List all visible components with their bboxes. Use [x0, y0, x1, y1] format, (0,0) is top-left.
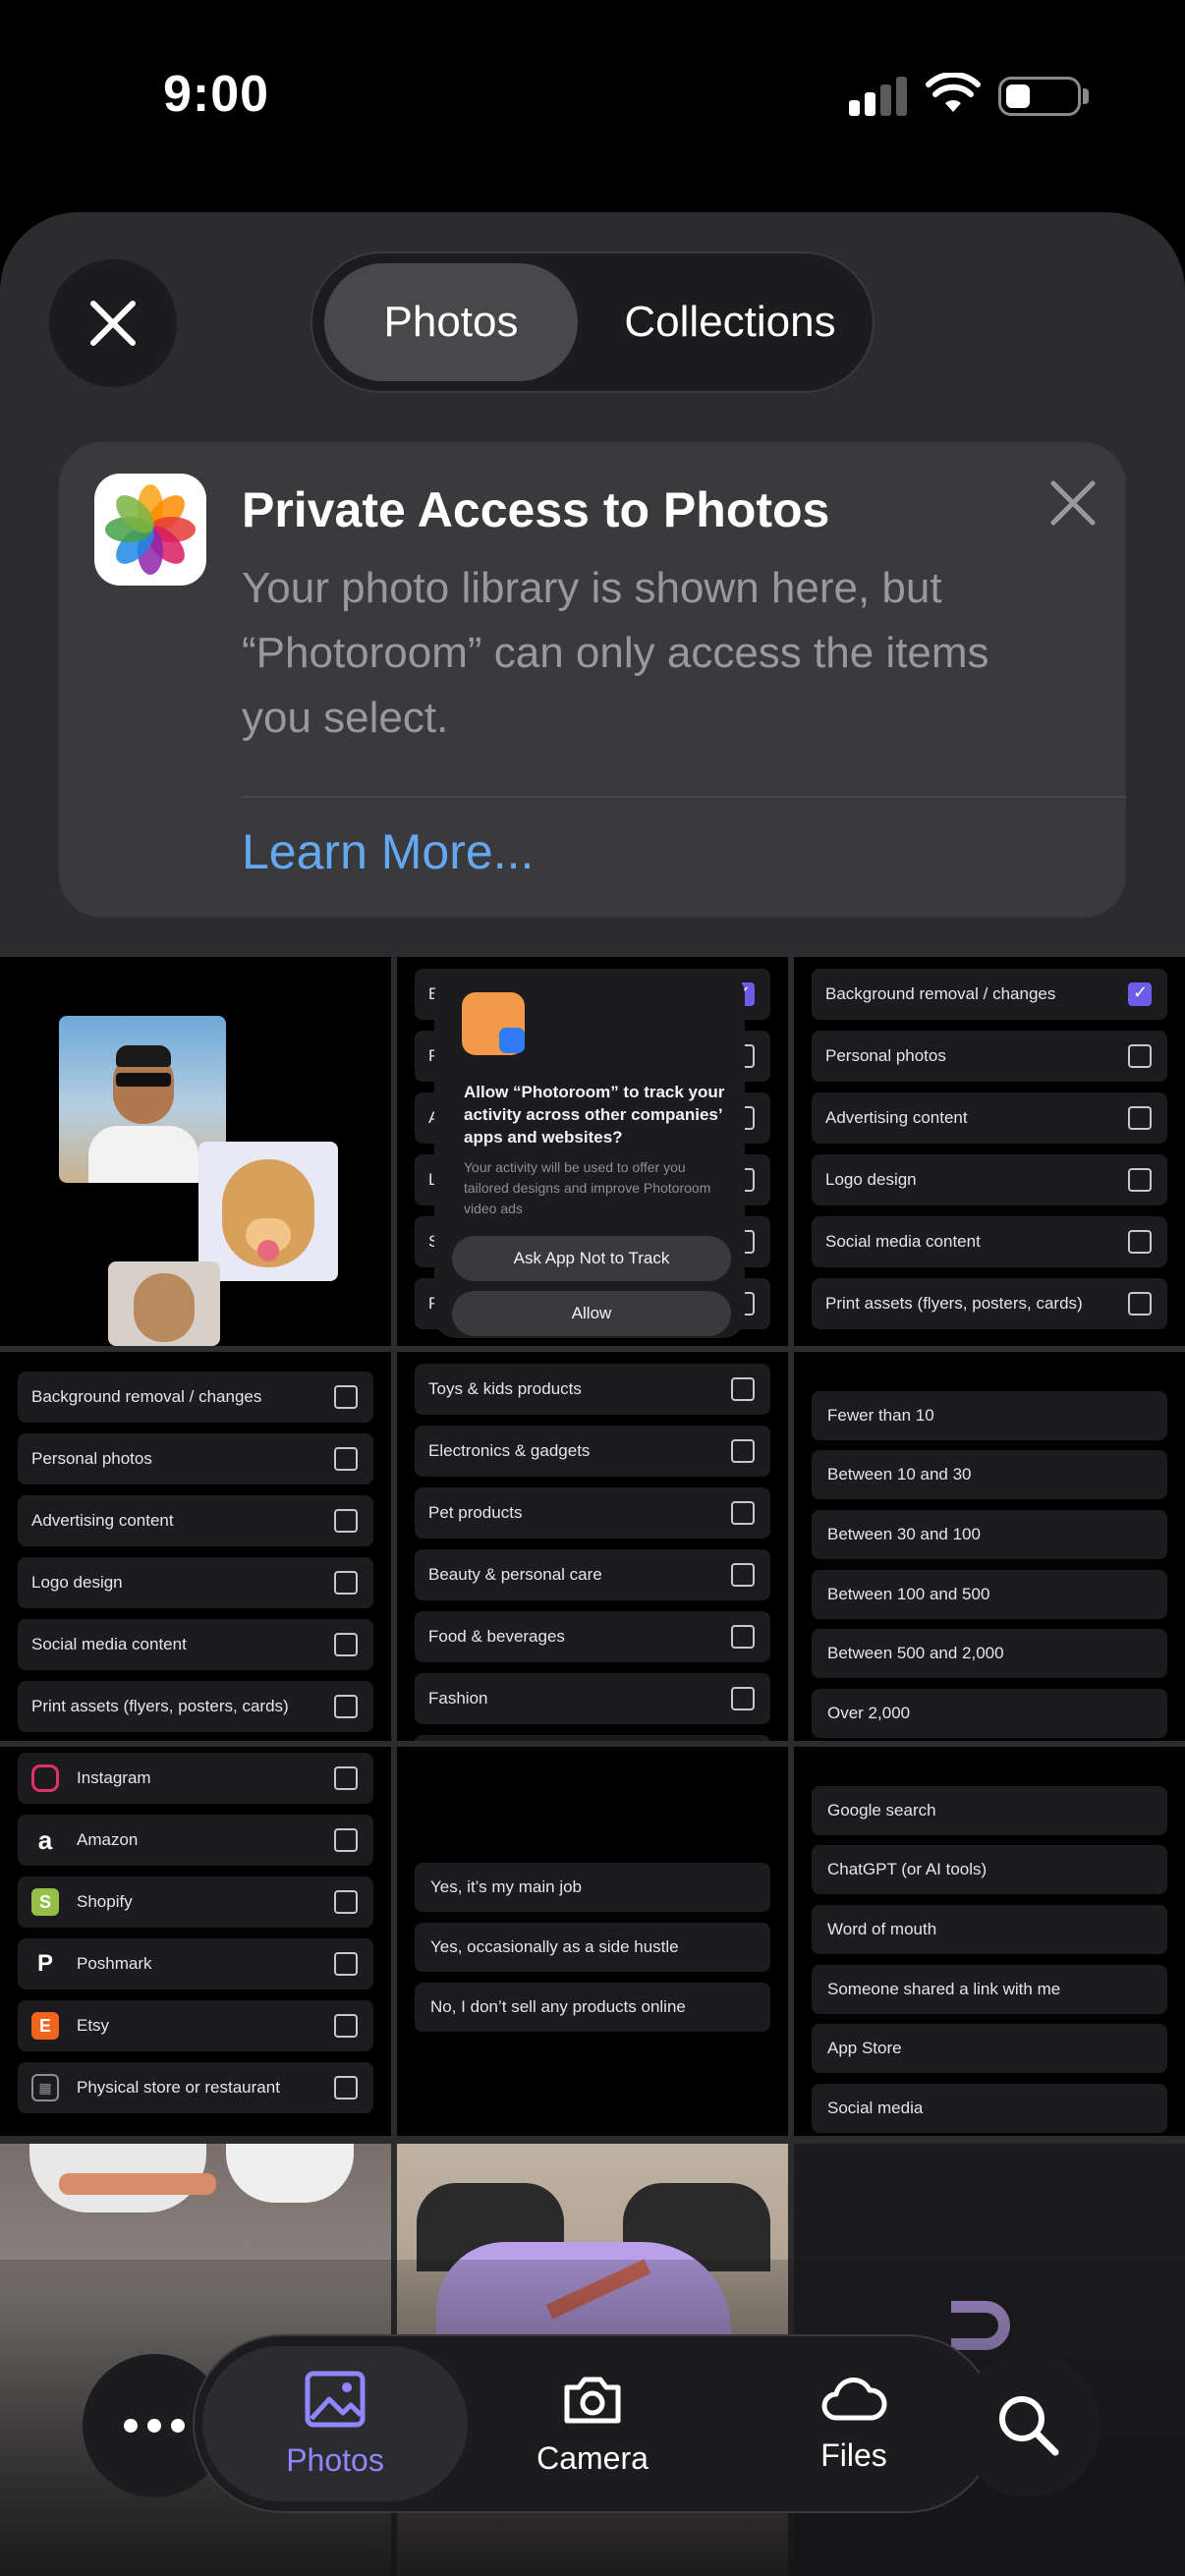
tab-camera[interactable]: Camera — [460, 2346, 725, 2501]
list-item: Google search — [812, 1786, 1167, 1835]
list-item: Social media content — [812, 1216, 1167, 1267]
list-item: Someone shared a link with me — [812, 1965, 1167, 2014]
segment-collections[interactable]: Collections — [597, 263, 863, 381]
banner-close-icon[interactable] — [1044, 474, 1102, 532]
shopify-icon: S — [31, 1888, 59, 1916]
list-item: E Etsy — [18, 2000, 373, 2051]
photoroom-app-icon — [462, 992, 525, 1055]
list-item: Fashion — [415, 1673, 770, 1724]
list-item: Instagram — [18, 1753, 373, 1804]
ask-not-to-track-button[interactable]: Ask App Not to Track — [452, 1236, 731, 1281]
list-item: Between 500 and 2,000 — [812, 1629, 1167, 1678]
cellular-signal-icon — [849, 77, 908, 116]
tracking-dialog-text: Your activity will be used to offer you … — [464, 1159, 711, 1216]
tracking-permission-dialog: Allow “Photoroom” to track your activity… — [434, 973, 745, 1338]
private-access-banner: Private Access to Photos Your photo libr… — [59, 442, 1126, 918]
teddy-bear-photo — [108, 1261, 220, 1346]
camera-icon — [564, 2377, 621, 2423]
list-item: Background removal / changes — [812, 969, 1167, 1020]
banner-divider — [242, 796, 1126, 798]
search-icon — [999, 2396, 1059, 2456]
dog-photo — [198, 1142, 338, 1281]
status-time: 9:00 — [163, 66, 270, 123]
list-item: Yes, it’s my main job — [415, 1863, 770, 1912]
battery-cap — [1083, 88, 1089, 104]
photo-tile-use-cases[interactable]: Background removal / changes Personal ph… — [794, 957, 1185, 1346]
allow-tracking-button[interactable]: Allow — [452, 1291, 731, 1336]
list-item: Yes, occasionally as a side hustle — [415, 1923, 770, 1972]
photo-tile-categories[interactable]: Toys & kids products Electronics & gadge… — [397, 1352, 788, 1741]
list-item: Word of mouth — [812, 1905, 1167, 1954]
list-item: Between 30 and 100 — [812, 1510, 1167, 1559]
list-item: Beauty & personal care — [415, 1549, 770, 1600]
list-item: S Shopify — [18, 1876, 373, 1928]
ellipsis-icon — [124, 2419, 185, 2433]
banner-title: Private Access to Photos — [242, 482, 830, 537]
learn-more-link[interactable]: Learn More... — [242, 823, 534, 880]
list-item: ChatGPT (or AI tools) — [812, 1845, 1167, 1894]
photo-tile-use-cases-unchecked[interactable]: Background removal / changes Personal ph… — [0, 1352, 391, 1741]
list-item: Pet products — [415, 1487, 770, 1539]
segment-photos[interactable]: Photos — [324, 263, 578, 381]
photo-tile-sell-online[interactable]: Yes, it’s my main job Yes, occasionally … — [397, 1747, 788, 2136]
tab-camera-label: Camera — [536, 2439, 649, 2476]
list-item: a Amazon — [18, 1815, 373, 1866]
cloud-icon — [821, 2377, 887, 2420]
photo-tile-volumes[interactable]: Fewer than 10 Between 10 and 30 Between … — [794, 1352, 1185, 1741]
etsy-icon: E — [31, 2012, 59, 2040]
instagram-icon — [31, 1764, 59, 1792]
photo-tile-platforms[interactable]: Instagram a Amazon S Shopify P Poshmark … — [0, 1747, 391, 2136]
search-button[interactable] — [957, 2354, 1100, 2497]
list-item: Print assets (flyers, posters, cards) — [18, 1681, 373, 1732]
store-icon: ▦ — [31, 2074, 59, 2101]
list-item: Social media — [812, 2084, 1167, 2133]
list-item: Personal photos — [18, 1433, 373, 1484]
list-item: Electronics & gadgets — [415, 1426, 770, 1477]
tab-photos-label: Photos — [286, 2441, 384, 2478]
list-item-partial — [415, 1735, 770, 1741]
tab-files-label: Files — [820, 2436, 887, 2473]
list-item: Logo design — [812, 1154, 1167, 1205]
poshmark-icon: P — [36, 1950, 53, 1977]
bottom-tab-bar: Photos Camera Files — [195, 2336, 994, 2511]
close-icon — [90, 301, 136, 346]
photo-tile-collage[interactable] — [0, 957, 391, 1346]
wifi-icon — [926, 73, 981, 112]
photo-icon — [305, 2371, 366, 2427]
list-item: App Store — [812, 2024, 1167, 2073]
list-item: Print assets (flyers, posters, cards) — [812, 1278, 1167, 1329]
list-item: Fewer than 10 — [812, 1391, 1167, 1440]
list-item: Background removal / changes — [18, 1372, 373, 1423]
list-item: Food & beverages — [415, 1611, 770, 1662]
close-button[interactable] — [49, 259, 177, 387]
list-item: Social media content — [18, 1619, 373, 1670]
list-item: Advertising content — [812, 1092, 1167, 1144]
list-item: Toys & kids products — [415, 1364, 770, 1415]
list-item: Between 100 and 500 — [812, 1570, 1167, 1619]
battery-icon — [998, 77, 1081, 116]
list-item: ▦ Physical store or restaurant — [18, 2062, 373, 2113]
banner-text: Your photo library is shown here, but “P… — [242, 564, 989, 742]
list-item: P Poshmark — [18, 1938, 373, 1989]
list-item: Advertising content — [18, 1495, 373, 1546]
list-item: Personal photos — [812, 1031, 1167, 1082]
list-item: Logo design — [18, 1557, 373, 1608]
photos-app-icon — [94, 474, 206, 586]
status-bar: 9:00 — [0, 0, 1185, 196]
list-item: No, I don’t sell any products online — [415, 1983, 770, 2032]
photo-tile-sources[interactable]: Google search ChatGPT (or AI tools) Word… — [794, 1747, 1185, 2136]
tracking-dialog-title: Allow “Photoroom” to track your activity… — [464, 1083, 725, 1147]
list-item: Over 2,000 — [812, 1689, 1167, 1738]
amazon-icon: a — [37, 1824, 53, 1855]
source-segmented-control: Photos Collections — [312, 253, 873, 391]
list-item: Between 10 and 30 — [812, 1450, 1167, 1499]
tab-photos[interactable]: Photos — [202, 2346, 468, 2501]
tab-files[interactable]: Files — [721, 2346, 987, 2501]
